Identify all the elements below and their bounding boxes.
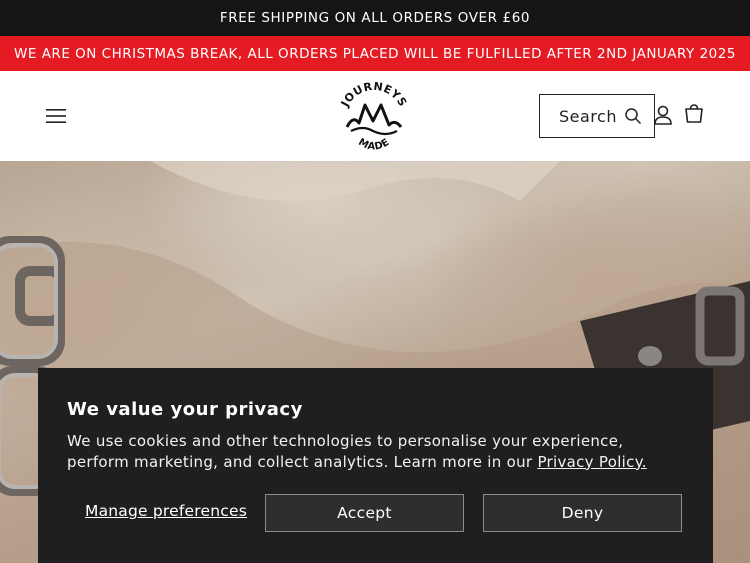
cookie-consent-banner: We value your privacy We use cookies and… [38,368,713,563]
privacy-policy-link[interactable]: Privacy Policy. [537,453,646,471]
cookie-body: We use cookies and other technologies to… [67,431,684,472]
svg-text:MADE: MADE [356,137,392,153]
svg-text:JOURNEYS: JOURNEYS [338,80,410,110]
announcement-bar: FREE SHIPPING ON ALL ORDERS OVER £60 [0,0,750,36]
search-icon[interactable] [624,107,642,125]
cart-icon[interactable] [683,103,705,125]
search-label: Search [559,106,617,126]
deny-button[interactable]: Deny [483,494,682,532]
christmas-notice-bar: WE ARE ON CHRISTMAS BREAK, ALL ORDERS PL… [0,36,750,71]
cookie-title: We value your privacy [67,399,303,420]
account-icon[interactable] [652,104,674,126]
notice-text: WE ARE ON CHRISTMAS BREAK, ALL ORDERS PL… [14,45,736,62]
site-logo[interactable]: JOURNEYS MADE [333,75,415,157]
menu-button[interactable] [40,101,72,131]
manage-preferences-link[interactable]: Manage preferences [85,502,247,520]
search-field[interactable]: Search [539,94,655,138]
hamburger-menu-icon [46,109,66,123]
journeys-made-logo: JOURNEYS MADE [338,80,410,153]
announcement-text: FREE SHIPPING ON ALL ORDERS OVER £60 [219,10,531,26]
site-header: JOURNEYS MADE Search [0,71,750,161]
accept-button[interactable]: Accept [265,494,464,532]
